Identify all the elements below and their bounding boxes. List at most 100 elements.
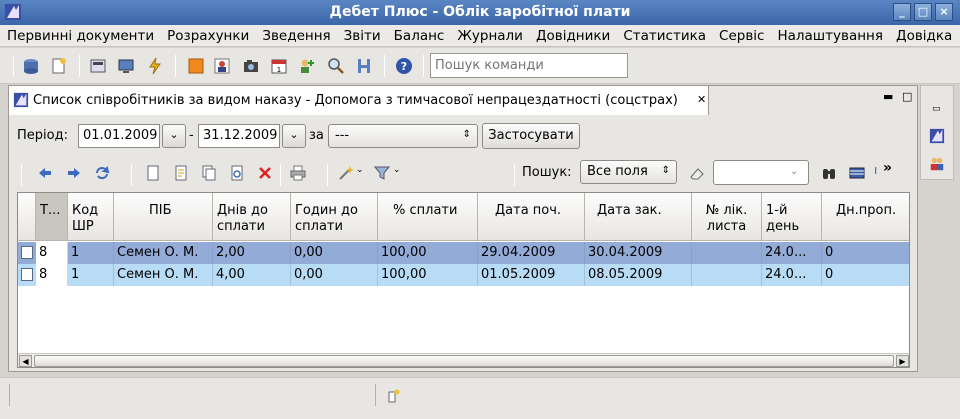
- database-icon[interactable]: [22, 57, 40, 75]
- menu-statistics[interactable]: Статистика: [616, 25, 712, 44]
- filter-icon[interactable]: [374, 165, 390, 181]
- table-row[interactable]: 8 1 Семен О. М. 4,00 0,00 100,00 01.05.2…: [18, 264, 909, 286]
- eraser-icon[interactable]: [689, 165, 705, 181]
- menu-reports[interactable]: Звіти: [337, 25, 387, 44]
- menu-help[interactable]: Довідка: [889, 25, 958, 44]
- chevron-down-icon[interactable]: ⌄: [393, 165, 401, 175]
- camera-icon[interactable]: [242, 57, 260, 75]
- view-tab[interactable]: Список співробітників за видом наказу - …: [9, 86, 709, 115]
- toolbar-separator: [327, 164, 328, 186]
- table-cell: 2,00: [213, 242, 291, 264]
- column-header[interactable]: № лік. листа: [692, 193, 762, 241]
- table-cell: 24.0...: [762, 242, 822, 264]
- toolbar-separator: [21, 164, 22, 186]
- status-separator: [375, 384, 376, 406]
- column-header[interactable]: Код ШР: [68, 193, 114, 241]
- lightning-icon[interactable]: [146, 57, 164, 75]
- period-to-dropdown[interactable]: ⌄: [282, 124, 306, 148]
- column-header[interactable]: 1-й день: [762, 193, 822, 241]
- orange-square-icon[interactable]: [187, 57, 205, 75]
- apply-button[interactable]: Застосувати: [482, 123, 580, 149]
- minimize-view-icon[interactable]: ▬: [883, 90, 893, 103]
- column-header[interactable]: ПІБ: [114, 193, 213, 241]
- period-to-field[interactable]: 31.12.2009: [198, 124, 280, 148]
- table-cell: 08.05.2009: [585, 264, 692, 286]
- wand-icon[interactable]: [338, 165, 354, 181]
- app-logo-icon: [13, 92, 29, 108]
- column-header[interactable]: Т...: [36, 193, 68, 241]
- column-header[interactable]: Дата поч.: [478, 193, 585, 241]
- minimize-icon[interactable]: _: [893, 3, 911, 21]
- updown-arrow-icon: ⇕: [462, 129, 471, 140]
- copy-icon[interactable]: [201, 165, 217, 181]
- table-row[interactable]: 8 1 Семен О. М. 2,00 0,00 100,00 29.04.2…: [18, 242, 909, 264]
- new-icon[interactable]: [145, 165, 161, 181]
- more-chevron-icon[interactable]: »: [883, 160, 892, 176]
- new-document-icon[interactable]: [50, 57, 68, 75]
- table-cell: Семен О. М.: [114, 242, 213, 264]
- search-label: Пошук:: [522, 165, 572, 180]
- menu-journals[interactable]: Журнали: [450, 25, 529, 44]
- add-user-icon[interactable]: [298, 57, 316, 75]
- users-icon[interactable]: [929, 156, 945, 172]
- table-cell: 29.04.2009: [478, 242, 585, 264]
- menu-primary-docs[interactable]: Первинні документи: [0, 25, 160, 44]
- period-from-field[interactable]: 01.01.2009: [78, 124, 160, 148]
- menu-directories[interactable]: Довідники: [529, 25, 616, 44]
- calendar-icon[interactable]: 1: [270, 57, 288, 75]
- period-label: Період:: [17, 128, 68, 143]
- row-selector[interactable]: [21, 268, 33, 281]
- new-window-icon[interactable]: [387, 388, 401, 404]
- command-search-input[interactable]: [430, 53, 628, 78]
- maximize-icon[interactable]: □: [914, 3, 932, 21]
- print-icon[interactable]: [290, 165, 306, 181]
- arrow-left-icon[interactable]: [37, 165, 53, 181]
- close-icon[interactable]: ×: [935, 3, 953, 21]
- chevron-down-icon[interactable]: ⌄: [790, 166, 798, 177]
- menu-service[interactable]: Сервіс: [712, 25, 770, 44]
- horizontal-scrollbar[interactable]: ◀ ▶: [18, 353, 909, 367]
- edit-icon[interactable]: [173, 165, 189, 181]
- table-cell: [692, 264, 762, 286]
- tab-close-icon[interactable]: ✕: [697, 93, 706, 106]
- restore-icon[interactable]: ▭: [932, 104, 941, 114]
- menu-summary[interactable]: Зведення: [255, 25, 336, 44]
- view-tab-title: Список співробітників за видом наказу - …: [33, 93, 678, 108]
- search-icon[interactable]: [327, 57, 345, 75]
- refresh-icon[interactable]: [94, 165, 110, 181]
- svg-text:?: ?: [401, 60, 407, 73]
- column-header[interactable]: Годин до сплати: [291, 193, 378, 241]
- binoculars-icon[interactable]: [821, 165, 837, 181]
- arrow-right-icon[interactable]: [66, 165, 82, 181]
- row-selector[interactable]: [21, 246, 33, 259]
- monitor-icon[interactable]: [117, 57, 135, 75]
- menu-settings[interactable]: Налаштування: [770, 25, 889, 44]
- chevron-down-icon[interactable]: ⌄: [356, 165, 364, 175]
- scrollbar-thumb[interactable]: [34, 355, 894, 367]
- column-header[interactable]: Днів до сплати: [213, 193, 291, 241]
- period-for-select[interactable]: --- ⇕: [328, 124, 478, 148]
- table-cell: 0,00: [291, 264, 378, 286]
- menu-calculations[interactable]: Розрахунки: [160, 25, 255, 44]
- grid-settings-icon[interactable]: [849, 165, 865, 181]
- app-logo-icon[interactable]: [929, 128, 945, 144]
- help-icon[interactable]: ?: [395, 57, 413, 75]
- table-cell: 1: [68, 264, 114, 286]
- maximize-view-icon[interactable]: □: [902, 90, 912, 103]
- duplicate-icon[interactable]: [229, 165, 245, 181]
- table-cell: 8: [36, 264, 68, 286]
- calculator-icon[interactable]: [89, 57, 107, 75]
- column-header[interactable]: Дата зак.: [585, 193, 692, 241]
- window-title: Дебет Плюс - Облік заробітної плати: [329, 4, 631, 20]
- column-header[interactable]: % сплати: [378, 193, 478, 241]
- delete-icon[interactable]: [257, 165, 273, 181]
- column-header[interactable]: Дн.проп.: [822, 193, 909, 241]
- period-from-dropdown[interactable]: ⌄: [162, 124, 186, 148]
- hammer-icon[interactable]: [355, 57, 373, 75]
- scroll-right-icon[interactable]: ▶: [896, 355, 909, 367]
- search-scope-select[interactable]: Все поля ⇕: [580, 160, 677, 184]
- scroll-left-icon[interactable]: ◀: [19, 355, 32, 367]
- photo-icon[interactable]: [213, 57, 231, 75]
- menu-balance[interactable]: Баланс: [387, 25, 451, 44]
- table-cell: 100,00: [378, 242, 478, 264]
